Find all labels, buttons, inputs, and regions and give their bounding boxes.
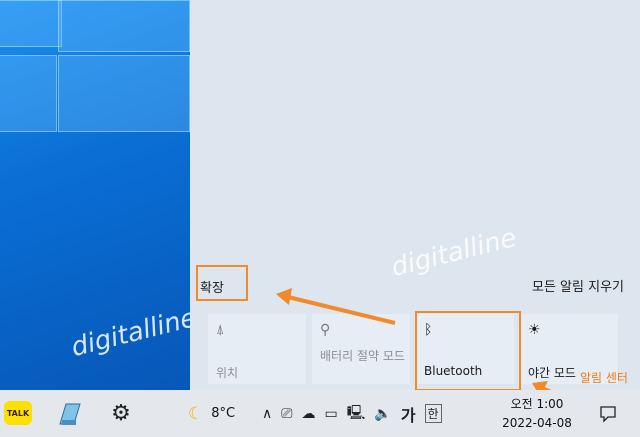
wallpaper-pane [0, 55, 57, 132]
notepad-icon[interactable] [55, 390, 83, 437]
clock[interactable]: 오전 1:00 2022-04-08 [494, 390, 580, 437]
settings-gear-icon[interactable]: ⚙ [108, 390, 134, 437]
kakaotalk-label: TALK [6, 408, 30, 418]
weather-widget[interactable]: ☾ 8°C [188, 390, 235, 437]
clock-date: 2022-04-08 [502, 415, 572, 430]
wallpaper-pane [0, 0, 62, 47]
tile-label: 야간 모드 [528, 366, 576, 380]
night-light-icon: ☀ [528, 322, 541, 338]
chevron-up-icon[interactable]: ∧ [262, 406, 272, 422]
weather-temp: 8°C [211, 406, 236, 421]
desktop-wallpaper: digitalline [0, 0, 190, 390]
kakaotalk-icon[interactable]: TALK [4, 401, 32, 425]
notification-speech-bubble-icon [600, 405, 616, 423]
ime-han-icon[interactable]: 한 [424, 404, 442, 423]
wallpaper-pane [58, 0, 190, 52]
network-icon[interactable]: 🖳 [347, 402, 366, 426]
wallpaper-pane [58, 55, 190, 132]
notepad-glyph [59, 403, 81, 425]
onedrive-cloud-icon[interactable]: ☁ [301, 406, 315, 422]
bluetooth-icon: ᛒ [424, 322, 433, 338]
meet-now-icon[interactable]: ⎚ [281, 406, 292, 422]
tile-label: 위치 [216, 366, 239, 380]
watermark: digitalline [68, 302, 190, 364]
ime-hangul-indicator[interactable]: 가 [401, 402, 416, 426]
location-icon: ⍋ [216, 322, 225, 338]
watermark: digitalline [388, 222, 520, 284]
battery-icon[interactable]: ▭ [324, 406, 337, 422]
tile-label: Bluetooth [424, 364, 483, 378]
action-center-panel: digitalline 확장 모든 알림 지우기 ⍋ 위치 ⚲ 배터리 절약 모… [190, 0, 640, 390]
tile-battery-saver[interactable]: ⚲ 배터리 절약 모드 [312, 314, 410, 384]
notification-center-callout: 알림 센터 [580, 371, 628, 385]
system-tray: ∧ ⎚ ☁ ▭ 🖳 🔈 가 한 [262, 390, 482, 437]
tile-bluetooth[interactable]: ᛒ Bluetooth [416, 314, 514, 384]
notification-center-button[interactable] [592, 390, 624, 437]
clear-all-notifications-link[interactable]: 모든 알림 지우기 [532, 276, 624, 295]
volume-icon[interactable]: 🔈 [374, 406, 391, 422]
tile-label: 배터리 절약 모드 [320, 349, 405, 363]
moon-icon: ☾ [188, 403, 204, 424]
battery-saver-icon: ⚲ [320, 322, 331, 338]
clock-time: 오전 1:00 [510, 396, 564, 411]
expand-link[interactable]: 확장 [200, 277, 224, 296]
tile-location[interactable]: ⍋ 위치 [208, 314, 306, 384]
taskbar: TALK ⚙ ☾ 8°C ∧ ⎚ ☁ ▭ 🖳 🔈 가 한 오전 1:00 202… [0, 390, 640, 437]
